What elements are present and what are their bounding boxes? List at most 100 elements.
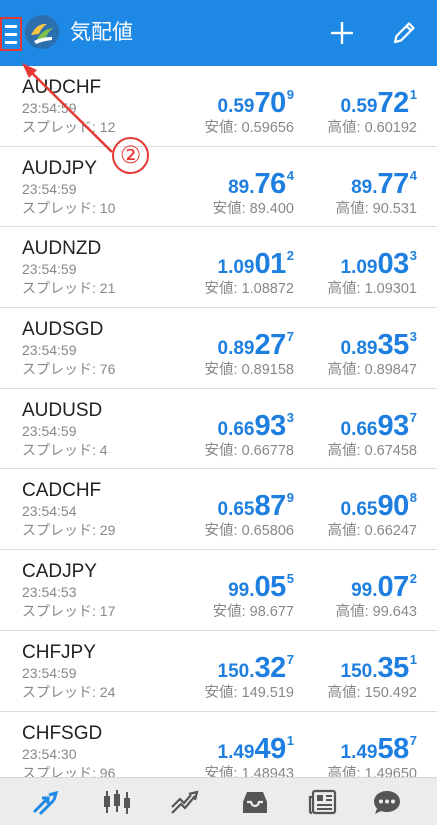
- quote-time: 23:54:53: [22, 584, 77, 601]
- symbol-name: CADCHF: [22, 480, 102, 502]
- ask-price-fraction: 1: [409, 651, 417, 667]
- low-price: 安値: 98.677: [213, 603, 294, 621]
- bid-price-pips: 49: [254, 732, 287, 765]
- ask-price-fraction: 2: [409, 571, 417, 587]
- low-price: 安値: 0.89158: [205, 361, 294, 379]
- high-price: 高値: 0.66247: [328, 522, 417, 540]
- symbol-name: CHFJPY: [22, 641, 96, 663]
- spread-text: スプレッド: 17: [22, 602, 115, 620]
- ask-price[interactable]: 0.66937: [341, 402, 417, 447]
- quote-row-chfjpy[interactable]: CHFJPY 23:54:59 スプレッド: 24 150.327 150.351 安値:…: [0, 631, 437, 712]
- low-price: 安値: 0.59656: [205, 119, 294, 137]
- bid-price-prefix: 99.: [228, 580, 255, 602]
- quote-list[interactable]: AUDCHF 23:54:59 スプレッド: 12 0.59709 0.59721 安値:…: [0, 66, 437, 777]
- hamburger-menu-icon[interactable]: [0, 17, 22, 51]
- low-value: 1.08872: [241, 281, 294, 298]
- low-price: 安値: 0.66778: [205, 442, 294, 460]
- ask-price[interactable]: 150.351: [341, 644, 417, 689]
- high-price: 高値: 0.60192: [328, 119, 417, 137]
- ask-price[interactable]: 0.65908: [341, 482, 417, 527]
- ask-price[interactable]: 1.09033: [341, 240, 417, 285]
- newspaper-icon[interactable]: [306, 787, 340, 817]
- bid-price[interactable]: 0.65879: [218, 482, 294, 527]
- high-label: 高値:: [327, 765, 365, 778]
- high-price: 高値: 1.49650: [328, 765, 417, 778]
- high-value: 150.492: [364, 684, 417, 701]
- spread-value: 12: [99, 119, 116, 135]
- high-label: 高値:: [327, 120, 365, 136]
- spread-label: スプレッド:: [22, 603, 100, 620]
- bid-price-prefix: 0.89: [217, 338, 255, 360]
- bid-price-fraction: 1: [286, 732, 294, 748]
- ask-price-pips: 72: [377, 87, 410, 119]
- ask-price-prefix: 89.: [351, 176, 378, 198]
- bid-price-prefix: 1.49: [217, 741, 255, 763]
- quote-time: 23:54:30: [22, 745, 77, 762]
- symbol-name: AUDUSD: [22, 399, 103, 421]
- ask-price-fraction: 7: [409, 409, 417, 425]
- low-label: 安値:: [204, 684, 242, 701]
- high-label: 高値:: [327, 442, 365, 459]
- low-price: 安値: 1.08872: [205, 280, 294, 298]
- high-label: 高値:: [327, 523, 365, 540]
- low-value: 0.66778: [241, 442, 294, 459]
- chat-bubble-icon[interactable]: [370, 787, 404, 817]
- quote-row-audchf[interactable]: AUDCHF 23:54:59 スプレッド: 12 0.59709 0.59721 安値:…: [0, 66, 437, 147]
- inbox-tray-icon[interactable]: [238, 787, 272, 817]
- bid-price[interactable]: 1.49491: [218, 725, 294, 770]
- bid-price[interactable]: 1.09012: [218, 240, 294, 285]
- low-label: 安値:: [204, 120, 242, 136]
- quote-row-chfsgd[interactable]: CHFSGD 23:54:30 スプレッド: 96 1.49491 1.49587 安値:…: [0, 712, 437, 778]
- bid-price[interactable]: 89.764: [228, 160, 294, 205]
- ask-price[interactable]: 0.59721: [341, 79, 417, 124]
- symbol-name: AUDSGD: [22, 319, 104, 341]
- bid-price-prefix: 1.09: [217, 257, 255, 279]
- bid-price-prefix: 0.65: [217, 499, 255, 521]
- low-value: 0.89158: [241, 362, 294, 379]
- bid-price[interactable]: 150.327: [218, 644, 294, 689]
- pencil-icon[interactable]: [388, 17, 420, 49]
- high-value: 0.60192: [364, 120, 417, 136]
- bid-price-prefix: 89.: [228, 176, 255, 198]
- quote-row-audjpy[interactable]: AUDJPY 23:54:59 スプレッド: 10 89.764 89.774 安値: 8…: [0, 147, 437, 228]
- low-label: 安値:: [204, 362, 242, 379]
- quote-time: 23:54:59: [22, 180, 77, 197]
- high-price: 高値: 0.67458: [328, 442, 417, 460]
- high-label: 高値:: [335, 200, 373, 217]
- ask-price-pips: 77: [377, 167, 410, 200]
- plus-icon[interactable]: [326, 17, 358, 49]
- spread-text: スプレッド: 24: [22, 683, 115, 701]
- bid-price[interactable]: 0.66933: [218, 402, 294, 447]
- high-label: 高値:: [335, 604, 373, 621]
- high-price: 高値: 150.492: [328, 684, 417, 702]
- bid-price-fraction: 9: [286, 87, 294, 102]
- quote-row-cadjpy[interactable]: CADJPY 23:54:53 スプレッド: 17 99.055 99.072 安値: 9…: [0, 550, 437, 631]
- low-label: 安値:: [212, 200, 250, 217]
- ask-price[interactable]: 99.072: [351, 563, 417, 608]
- high-price: 高値: 0.89847: [328, 361, 417, 379]
- spread-value: 17: [99, 603, 116, 620]
- quote-time: 23:54:54: [22, 503, 77, 520]
- low-value: 149.519: [241, 684, 294, 701]
- ask-price[interactable]: 1.49587: [341, 725, 417, 770]
- ask-price[interactable]: 0.89353: [341, 321, 417, 366]
- bid-price-fraction: 9: [286, 490, 294, 506]
- ask-price[interactable]: 89.774: [351, 160, 417, 205]
- quote-row-audsgd[interactable]: AUDSGD 23:54:59 スプレッド: 76 0.89277 0.89353 安値:…: [0, 308, 437, 389]
- ask-price-pips: 90: [377, 490, 410, 523]
- high-price: 高値: 99.643: [336, 603, 417, 621]
- bid-price[interactable]: 0.59709: [218, 79, 294, 124]
- quotes-arrows-icon[interactable]: [28, 787, 62, 817]
- quote-time: 23:54:59: [22, 100, 77, 116]
- candlestick-chart-icon[interactable]: [100, 787, 134, 817]
- quote-row-cadchf[interactable]: CADCHF 23:54:54 スプレッド: 29 0.65879 0.65908 安値:…: [0, 469, 437, 551]
- bid-price-pips: 05: [254, 571, 287, 604]
- spread-value: 10: [99, 199, 116, 216]
- symbol-name: CADJPY: [22, 561, 97, 583]
- bid-price[interactable]: 0.89277: [218, 321, 294, 366]
- quote-row-audusd[interactable]: AUDUSD 23:54:59 スプレッド: 4 0.66933 0.66937 安値: …: [0, 389, 437, 470]
- bid-price[interactable]: 99.055: [228, 563, 294, 608]
- ask-price-fraction: 1: [409, 87, 417, 102]
- quote-row-audnzd[interactable]: AUDNZD 23:54:59 スプレッド: 21 1.09012 1.09033 安値:…: [0, 227, 437, 309]
- trade-trend-icon[interactable]: [168, 787, 202, 817]
